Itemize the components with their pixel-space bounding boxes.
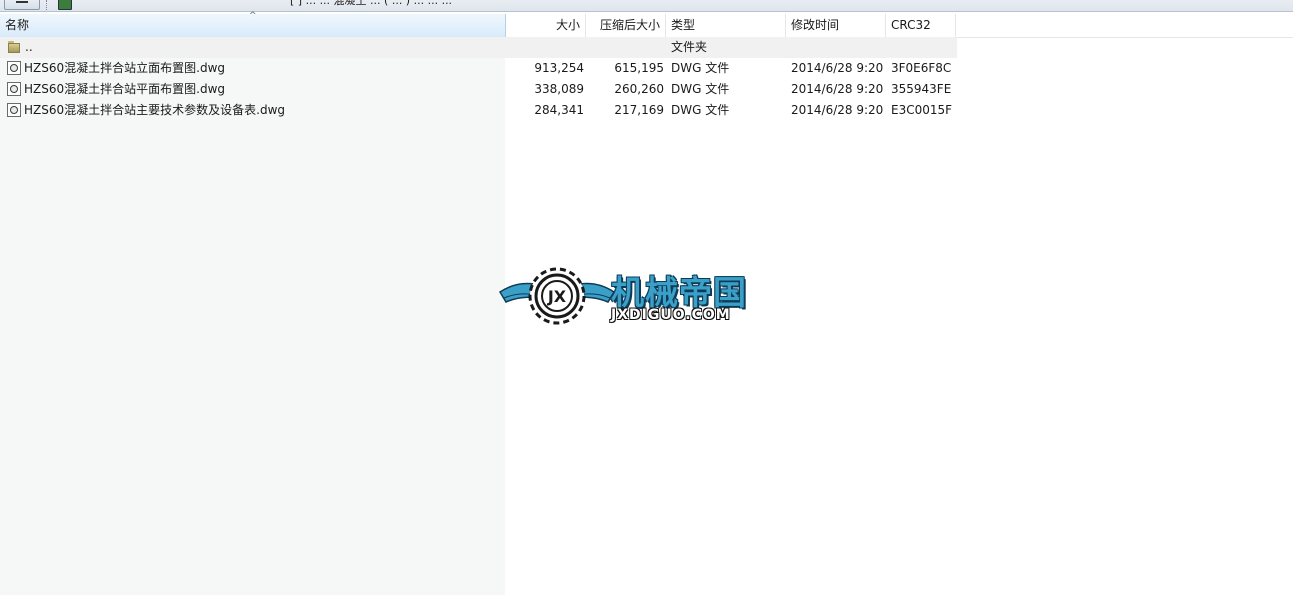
list-item-file[interactable]: HZS60混凝土拌合站主要技术参数及设备表.dwg 284,341 217,16… [0,100,957,121]
file-packed-size [585,37,664,58]
file-name: .. [25,40,33,54]
file-size: 338,089 [534,82,584,96]
file-name-cell: HZS60混凝土拌合站平面布置图.dwg [7,79,505,100]
file-type: 文件夹 [671,40,708,54]
file-type: DWG 文件 [671,103,730,117]
file-modified: 2014/6/28 9:20 [791,82,884,96]
column-header-row: 名称 ^ 大小 压缩后大小 类型 修改时间 CRC32 [0,11,1293,38]
sort-ascending-icon: ^ [249,11,257,21]
file-crc32: 3F0E6F8C [891,61,952,75]
toolbar-strip: [ ] ... ... 混凝土 ... ( ... ) ... ... ... [0,0,1293,12]
column-header-modified[interactable]: 修改时间 [786,14,886,37]
up-folder-button[interactable] [4,0,40,10]
file-modified [791,37,886,58]
list-item-file[interactable]: HZS60混凝土拌合站立面布置图.dwg 913,254 615,195 DWG… [0,58,957,79]
file-packed-size: 615,195 [614,61,664,75]
file-size: 284,341 [534,103,584,117]
file-modified: 2014/6/28 9:20 [791,61,884,75]
column-header-size[interactable]: 大小 [506,14,586,37]
column-header-packed-size[interactable]: 压缩后大小 [586,14,666,37]
dwg-file-icon [7,61,21,75]
column-header-crc32[interactable]: CRC32 [886,14,956,37]
file-modified: 2014/6/28 9:20 [791,103,884,117]
file-crc32: E3C0015F [891,103,953,117]
file-packed-size: 217,169 [614,103,664,117]
file-name-cell: HZS60混凝土拌合站主要技术参数及设备表.dwg [7,100,505,121]
column-header-name-label: 名称 [5,18,30,32]
folder-icon [7,40,21,54]
archive-icon [58,0,72,10]
file-crc32: 355943FE [891,82,952,96]
watermark-logo: JX 机械帝国 JXDIGUO.COM [498,262,798,330]
list-item-file[interactable]: HZS60混凝土拌合站平面布置图.dwg 338,089 260,260 DWG… [0,79,957,100]
file-name: HZS60混凝土拌合站立面布置图.dwg [24,61,225,75]
gear-wings-emblem-icon: JX [498,267,616,325]
file-packed-size: 260,260 [614,82,664,96]
column-header-name[interactable]: 名称 ^ [0,11,506,37]
file-name: HZS60混凝土拌合站主要技术参数及设备表.dwg [24,103,285,117]
file-size [506,37,584,58]
address-path[interactable]: [ ] ... ... 混凝土 ... ( ... ) ... ... ... [290,0,452,8]
file-crc32 [891,37,957,58]
file-type: DWG 文件 [671,61,730,75]
column-header-type[interactable]: 类型 [666,14,786,37]
toolbar-separator [46,0,48,10]
watermark-domain: JXDIGUO.COM [611,307,731,323]
file-list: .. 文件夹 HZS60混凝土拌合站立面布置图.dwg 913,254 615,… [0,37,957,121]
dwg-file-icon [7,103,21,117]
list-item-parent-folder[interactable]: .. 文件夹 [0,37,957,58]
file-name-cell: .. [7,37,505,58]
file-name: HZS60混凝土拌合站平面布置图.dwg [24,82,225,96]
file-name-cell: HZS60混凝土拌合站立面布置图.dwg [7,58,505,79]
emblem-text: JX [547,287,567,306]
file-size: 913,254 [534,61,584,75]
file-type: DWG 文件 [671,82,730,96]
dwg-file-icon [7,82,21,96]
